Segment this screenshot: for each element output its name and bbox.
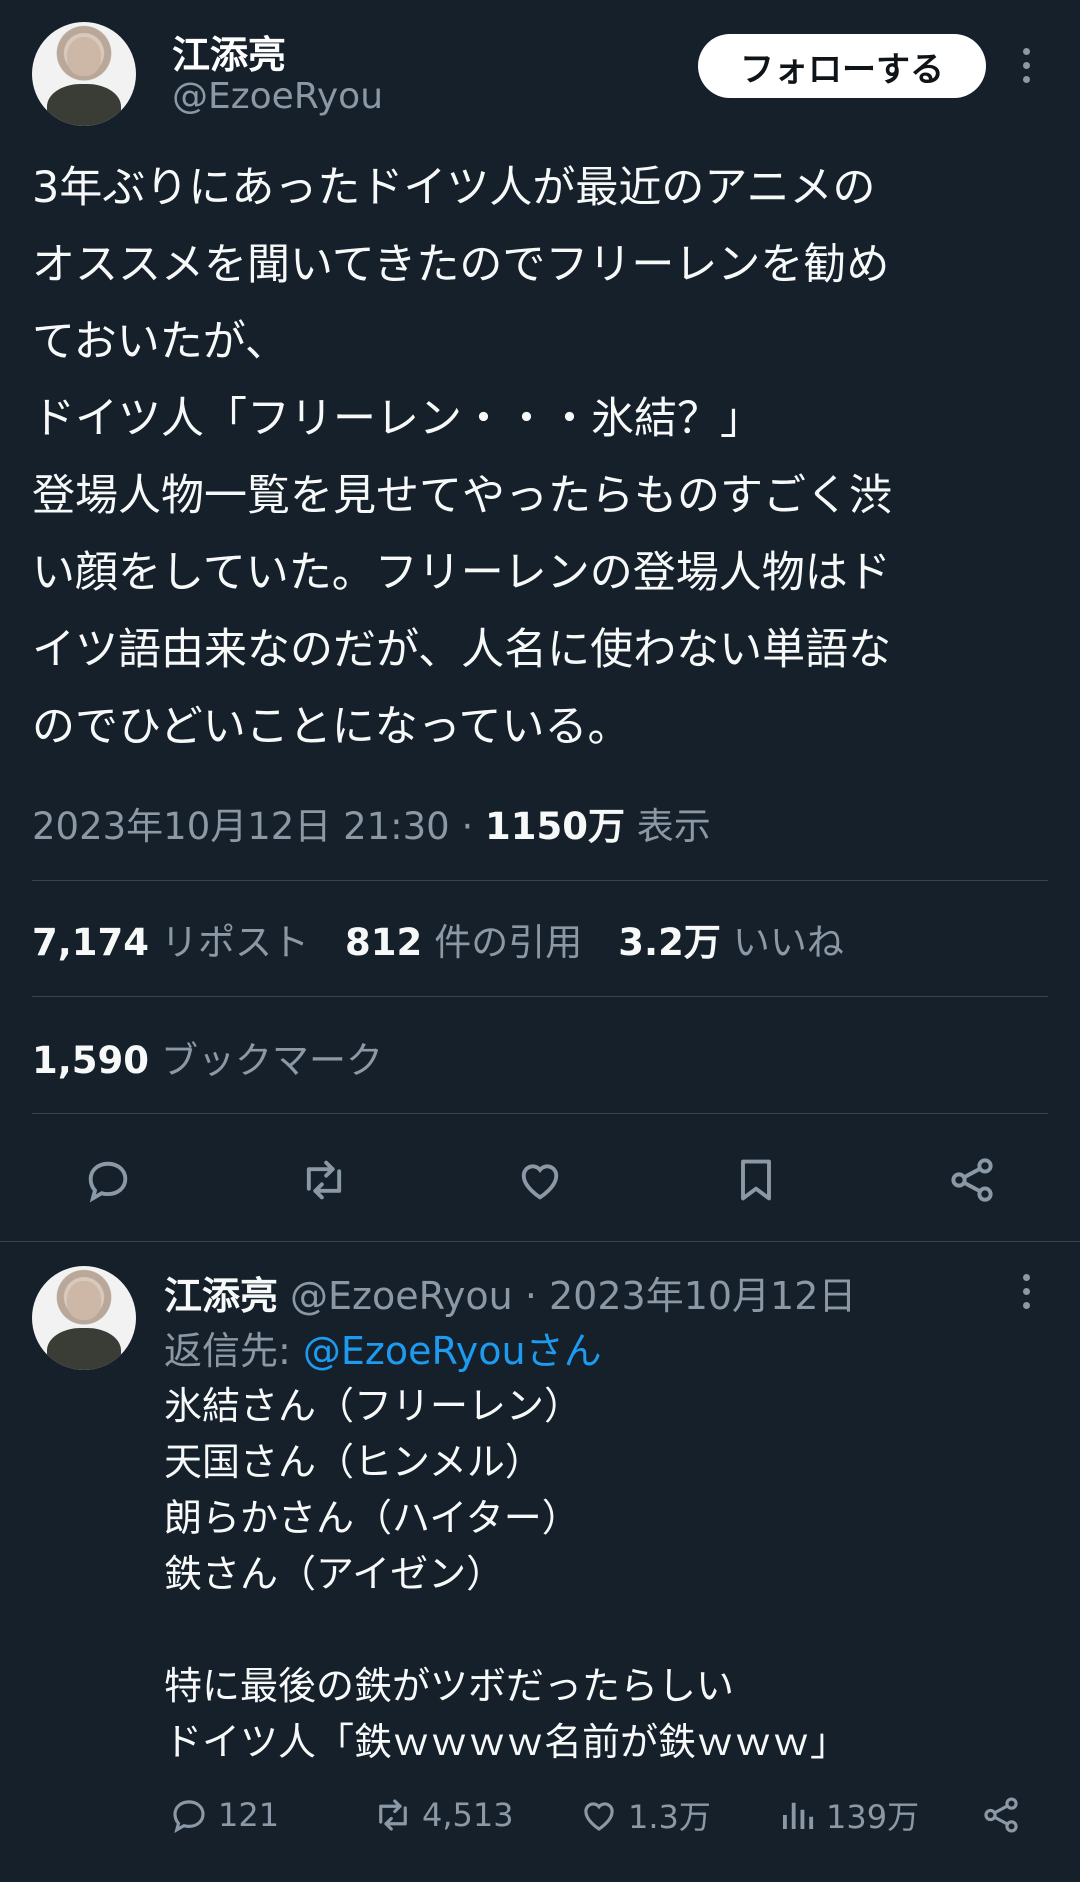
engagement-stats: 7,174 リポスト 812 件の引用 3.2万 いいね — [32, 912, 844, 966]
reply-action-bar: 121 4,513 1.3万 139万 — [0, 1790, 1080, 1840]
like-icon — [584, 1802, 614, 1831]
quotes-stat[interactable]: 812 件の引用 — [345, 912, 582, 966]
avatar-body-shape — [46, 1328, 122, 1370]
tweet-action-bar — [0, 1148, 1080, 1212]
follow-button[interactable]: フォローする — [698, 34, 986, 98]
repost-icon[interactable] — [292, 1148, 356, 1212]
views-label: 表示 — [625, 805, 711, 848]
reply-repost-button[interactable]: 4,513 — [372, 1790, 514, 1840]
likes-stat[interactable]: 3.2万 いいね — [618, 912, 844, 966]
reply-author-avatar[interactable] — [32, 1266, 136, 1370]
avatar-body-shape — [46, 84, 122, 126]
reply-views-count: 139万 — [826, 1798, 920, 1836]
views-count: 1150万 — [485, 805, 625, 848]
tweet-detail-page: 江添亮 @EzoeRyou フォローする 3年ぶりにあったドイツ人が最近のアニメ… — [0, 0, 1080, 1882]
divider — [32, 880, 1048, 881]
bookmarks-stat[interactable]: 1,590 ブックマーク — [32, 1030, 383, 1084]
reply-to-line: 返信先: @EzoeRyouさん — [164, 1320, 602, 1375]
divider — [0, 1241, 1080, 1242]
reply-reply-count: 121 — [218, 1796, 280, 1834]
reply-more-options-icon[interactable] — [1020, 1274, 1032, 1309]
bookmarks-label: ブックマーク — [161, 1039, 384, 1082]
share-icon[interactable] — [940, 1148, 1004, 1212]
reply-date[interactable]: · 2023年10月12日 — [513, 1274, 857, 1318]
share-icon — [984, 1797, 1018, 1833]
avatar-head-shape — [67, 1280, 101, 1321]
tweet-text: 3年ぶりにあったドイツ人が最近のアニメの オススメを聞いてきたのでフリーレンを勧… — [32, 163, 892, 752]
meta-separator: · — [449, 805, 486, 848]
reposts-count: 7,174 — [32, 921, 150, 964]
reply-header: 江添亮 @EzoeRyou · 2023年10月12日 — [164, 1265, 856, 1320]
reposts-label: リポスト — [161, 921, 310, 964]
like-icon[interactable] — [508, 1148, 572, 1212]
reposts-stat[interactable]: 7,174 リポスト — [32, 912, 309, 966]
views-icon — [783, 1802, 814, 1829]
likes-label: いいね — [732, 921, 844, 964]
quotes-count: 812 — [345, 921, 423, 964]
author-name[interactable]: 江添亮 — [172, 24, 286, 79]
reply-to-prefix: 返信先: — [164, 1329, 303, 1373]
divider — [32, 996, 1048, 997]
avatar-head-shape — [67, 36, 101, 77]
reply-text: 氷結さん（フリーレン） 天国さん（ヒンメル） 朗らかさん（ハイター） 鉄さん（ア… — [164, 1384, 849, 1764]
reply-like-button[interactable]: 1.3万 — [578, 1790, 711, 1840]
repost-icon — [379, 1799, 407, 1831]
reply-repost-count: 4,513 — [422, 1796, 514, 1834]
reply-reply-button[interactable]: 121 — [168, 1790, 279, 1840]
reply-like-count: 1.3万 — [628, 1798, 711, 1836]
reply-views-button[interactable]: 139万 — [776, 1790, 919, 1840]
reply-author-handle[interactable]: @EzoeRyou — [290, 1274, 513, 1318]
reply-share-button[interactable] — [980, 1790, 1022, 1840]
more-options-icon[interactable] — [1020, 48, 1032, 83]
quotes-label: 件の引用 — [434, 921, 583, 964]
author-handle[interactable]: @EzoeRyou — [172, 76, 383, 117]
tweet-timestamp[interactable]: 2023年10月12日 21:30 — [32, 805, 450, 848]
reply-to-mention[interactable]: @EzoeRyouさん — [303, 1329, 602, 1373]
author-avatar[interactable] — [32, 22, 136, 126]
divider — [32, 1113, 1048, 1114]
reply-author-name[interactable]: 江添亮 — [164, 1274, 278, 1318]
tweet-meta: 2023年10月12日 21:30 · 1150万 表示 — [32, 796, 711, 850]
likes-count: 3.2万 — [618, 921, 721, 964]
bookmark-icon[interactable] — [724, 1148, 788, 1212]
reply-icon[interactable] — [76, 1148, 140, 1212]
reply-icon — [173, 1800, 205, 1834]
bookmarks-count: 1,590 — [32, 1039, 150, 1082]
